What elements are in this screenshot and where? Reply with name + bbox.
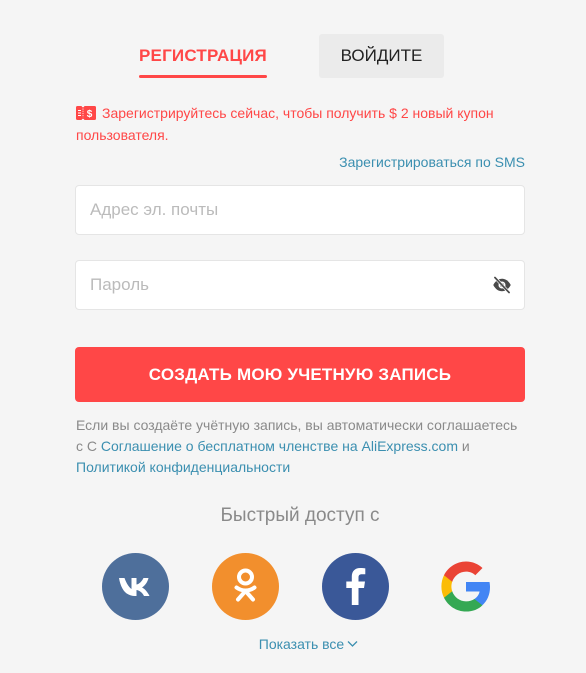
vk-icon: [119, 578, 150, 596]
quick-access-title: Быстрый доступ с: [220, 505, 380, 526]
password-field-wrapper: [75, 260, 525, 310]
email-field-wrapper: [75, 185, 525, 235]
coupon-icon: $: [76, 106, 96, 120]
facebook-login-button[interactable]: [322, 553, 389, 620]
chevron-down-icon: [347, 641, 358, 647]
promo-text: Зарегистрируйтесь сейчас, чтобы получить…: [76, 105, 494, 143]
tab-login[interactable]: ВОЙДИТЕ: [319, 34, 444, 78]
svg-text:$: $: [87, 109, 93, 120]
facebook-icon: [346, 568, 366, 605]
password-field[interactable]: [76, 261, 524, 309]
show-all-link[interactable]: Показать все: [0, 636, 586, 652]
google-login-button[interactable]: [432, 553, 499, 620]
odnoklassniki-login-button[interactable]: [212, 553, 279, 620]
tab-register[interactable]: РЕГИСТРАЦИЯ: [139, 34, 267, 78]
membership-agreement-link[interactable]: Соглашение о бесплатном членстве на AliE…: [101, 438, 458, 454]
google-icon: [441, 561, 490, 612]
promo-banner: $ Зарегистрируйтесь сейчас, чтобы получи…: [76, 102, 528, 146]
show-all-label: Показать все: [258, 636, 345, 652]
eye-off-icon[interactable]: [492, 275, 512, 295]
terms-text: Если вы создаёте учётную запись, вы авто…: [76, 415, 526, 478]
odnoklassniki-icon: [234, 568, 257, 602]
email-field[interactable]: [76, 186, 524, 234]
terms-conjunction: и: [458, 438, 470, 454]
privacy-policy-link[interactable]: Политикой конфиденциальности: [76, 459, 290, 475]
create-account-button[interactable]: СОЗДАТЬ МОЮ УЧЕТНУЮ ЗАПИСЬ: [75, 347, 525, 402]
sms-register-link[interactable]: Зарегистрироваться по SMS: [339, 154, 525, 170]
vk-login-button[interactable]: [102, 553, 169, 620]
